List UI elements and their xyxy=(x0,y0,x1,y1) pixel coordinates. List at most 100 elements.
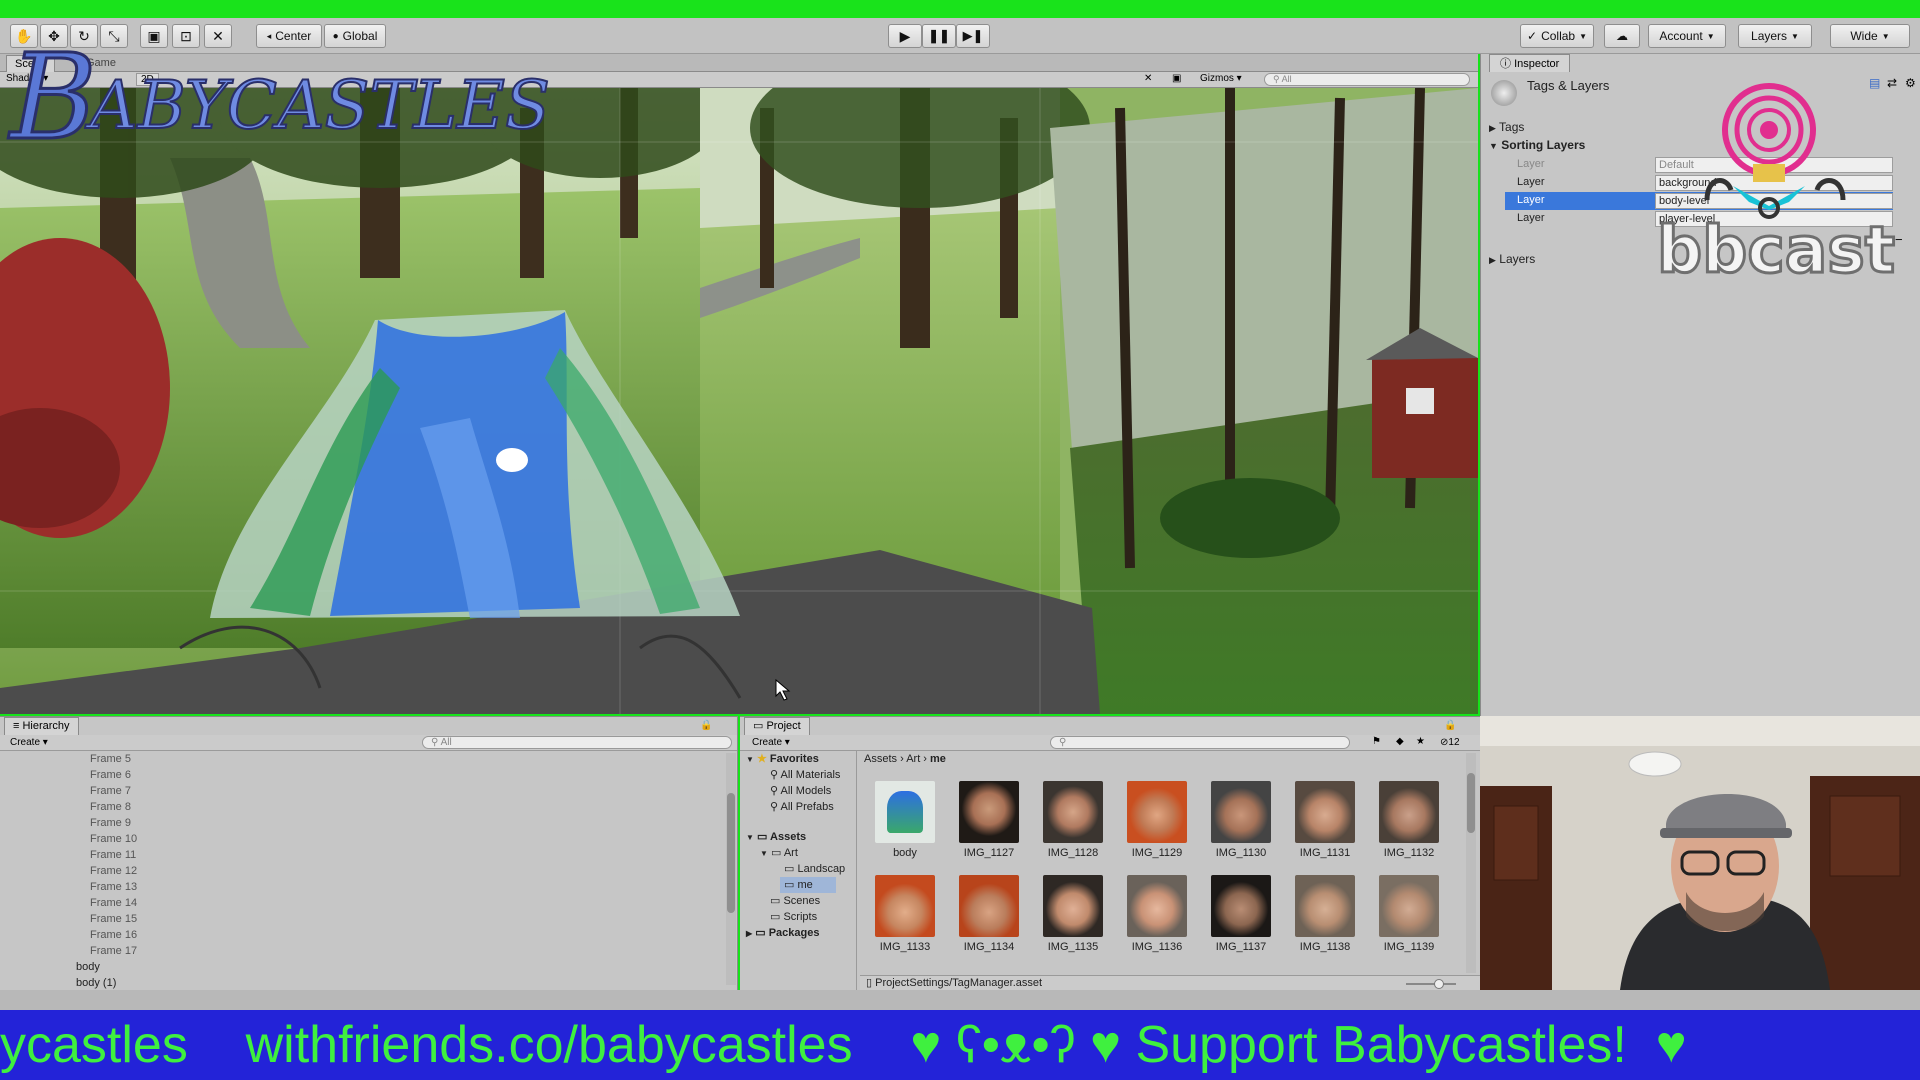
gizmos-dropdown[interactable]: Gizmos ▾ xyxy=(1200,73,1242,84)
stream-divider xyxy=(0,990,1920,1010)
lock-icon[interactable]: 🔒 xyxy=(700,720,712,731)
tree-item[interactable]: ▭ Scenes xyxy=(770,893,820,909)
project-panel: ▭ Project 🔒 Create ▾ ⚲ ⚑ ◆ ★ ⊘12 ▼ ★ Fav… xyxy=(740,716,1480,991)
asset-item[interactable]: IMG_1135 xyxy=(1038,875,1108,953)
camera-icon[interactable]: ▣ xyxy=(1172,73,1181,84)
hierarchy-toolbar: Create ▾ ⚲ All xyxy=(0,735,737,751)
tree-item[interactable]: ▭ Landscap xyxy=(784,861,845,877)
asset-item[interactable]: IMG_1131 xyxy=(1290,781,1360,859)
slider-thumb[interactable] xyxy=(1434,979,1444,989)
list-item[interactable]: Frame 13 xyxy=(90,879,137,895)
thumbnail-size-slider[interactable] xyxy=(1406,979,1456,989)
cloud-button[interactable]: ☁ xyxy=(1604,24,1640,48)
list-item[interactable]: Frame 17 xyxy=(90,943,137,959)
asset-item[interactable]: IMG_1128 xyxy=(1038,781,1108,859)
tree-item[interactable]: ▼ ▭ Art xyxy=(760,845,798,861)
step-button[interactable]: ▶❚ xyxy=(956,24,990,48)
play-button[interactable]: ▶ xyxy=(888,24,922,48)
asset-item[interactable]: IMG_1132 xyxy=(1374,781,1444,859)
tags-foldout[interactable]: ▶ Tags xyxy=(1489,120,1524,134)
folder-icon: ▭ xyxy=(753,720,764,732)
pause-icon: ❚❚ xyxy=(928,28,950,43)
scene-render xyxy=(0,88,1478,714)
asset-item[interactable]: IMG_1129 xyxy=(1122,781,1192,859)
layers-dropdown[interactable]: Layers ▼ xyxy=(1738,24,1812,48)
asset-item[interactable]: IMG_1137 xyxy=(1206,875,1276,953)
breadcrumb-item[interactable]: me xyxy=(930,753,946,765)
pause-button[interactable]: ❚❚ xyxy=(922,24,956,48)
layout-dropdown[interactable]: Wide ▼ xyxy=(1830,24,1910,48)
label-icon[interactable]: ◆ xyxy=(1396,736,1404,747)
project-search-input[interactable]: ⚲ xyxy=(1050,736,1350,749)
hierarchy-search-input[interactable]: ⚲ All xyxy=(422,736,732,749)
tab-hierarchy[interactable]: ≡ Hierarchy xyxy=(4,717,79,735)
gear-icon[interactable]: ⚙ xyxy=(1905,76,1916,90)
svg-text:B: B xyxy=(8,28,97,150)
list-item[interactable]: Frame 6 xyxy=(90,767,131,783)
tab-inspector[interactable]: ⓘ Inspector xyxy=(1489,54,1571,72)
favorites-foldout[interactable]: ▼ ★ Favorites xyxy=(746,751,819,767)
list-item[interactable]: Frame 5 xyxy=(90,751,131,767)
bbcast-logo: bbcast xyxy=(1656,80,1897,290)
chevron-down-icon: ▼ xyxy=(746,833,754,842)
list-item[interactable]: Frame 8 xyxy=(90,799,131,815)
asset-item[interactable]: IMG_1138 xyxy=(1290,875,1360,953)
breadcrumb-item[interactable]: Art xyxy=(906,753,920,765)
inspector-panel: ⓘ Inspector Tags & Layers ▤ ⇄ ⚙ ▶ Tags ▼… xyxy=(1480,54,1920,716)
list-item[interactable]: Frame 16 xyxy=(90,927,137,943)
chevron-down-icon: ▼ xyxy=(760,849,768,858)
svg-text:ABYCASTLES: ABYCASTLES xyxy=(84,67,550,144)
list-item[interactable]: Frame 14 xyxy=(90,895,137,911)
tab-project[interactable]: ▭ Project xyxy=(744,717,810,735)
star-icon[interactable]: ★ xyxy=(1416,736,1425,747)
asset-thumbnail xyxy=(1043,875,1103,937)
tree-item[interactable]: ⚲ All Models xyxy=(770,783,831,799)
list-item[interactable]: Frame 10 xyxy=(90,831,137,847)
project-scrollbar[interactable] xyxy=(1466,753,1476,973)
assets-foldout[interactable]: ▼ ▭ Assets xyxy=(746,829,806,845)
list-item[interactable]: body xyxy=(76,959,100,975)
tree-item[interactable]: ⚲ All Prefabs xyxy=(770,799,834,815)
list-item[interactable]: body (1) xyxy=(76,975,116,991)
svg-text:bbcast: bbcast xyxy=(1657,214,1895,280)
asset-thumbnail xyxy=(1127,875,1187,937)
folder-icon: ▭ xyxy=(784,863,795,875)
scroll-thumb[interactable] xyxy=(727,793,735,913)
list-item[interactable]: Frame 15 xyxy=(90,911,137,927)
list-item[interactable]: Frame 7 xyxy=(90,783,131,799)
project-toolbar: Create ▾ ⚲ ⚑ ◆ ★ ⊘12 xyxy=(740,735,1480,751)
chevron-down-icon: ▼ xyxy=(1791,31,1799,41)
sorting-layers-foldout[interactable]: ▼ Sorting Layers xyxy=(1489,138,1585,152)
tools-toggle-icon[interactable]: ✕ xyxy=(1144,73,1152,84)
asset-thumbnail xyxy=(1295,781,1355,843)
lock-icon[interactable]: 🔒 xyxy=(1444,720,1456,731)
scene-viewport[interactable] xyxy=(0,88,1478,714)
asset-item[interactable]: IMG_1139 xyxy=(1374,875,1444,953)
tree-item[interactable]: ⚲ All Materials xyxy=(770,767,840,783)
asset-item[interactable]: body xyxy=(870,781,940,859)
chevron-right-icon: ▶ xyxy=(746,929,753,938)
list-item[interactable]: Frame 11 xyxy=(90,847,136,863)
asset-item[interactable]: IMG_1127 xyxy=(954,781,1024,859)
list-item[interactable]: Frame 12 xyxy=(90,863,137,879)
asset-item[interactable]: IMG_1133 xyxy=(870,875,940,953)
search-icon: ⚲ xyxy=(770,785,779,797)
asset-item[interactable]: IMG_1130 xyxy=(1206,781,1276,859)
list-item[interactable]: Frame 9 xyxy=(90,815,131,831)
layers-foldout[interactable]: ▶ Layers xyxy=(1489,252,1535,266)
filter-type-icon[interactable]: ⚑ xyxy=(1372,736,1381,747)
tree-item[interactable]: ▭ Scripts xyxy=(770,909,817,925)
scene-search-input[interactable]: ⚲ All xyxy=(1264,73,1470,86)
collab-dropdown[interactable]: ✓ Collab ▼ xyxy=(1520,24,1594,48)
create-dropdown[interactable]: Create ▾ xyxy=(752,737,790,748)
asset-item[interactable]: IMG_1136 xyxy=(1122,875,1192,953)
account-dropdown[interactable]: Account ▼ xyxy=(1648,24,1726,48)
tree-item-selected[interactable]: ▭ me xyxy=(780,877,836,893)
create-dropdown[interactable]: Create ▾ xyxy=(10,737,48,748)
packages-foldout[interactable]: ▶ ▭ Packages xyxy=(746,925,819,941)
breadcrumb-item[interactable]: Assets xyxy=(864,753,897,765)
hierarchy-scrollbar[interactable] xyxy=(726,753,736,985)
scroll-thumb[interactable] xyxy=(1467,773,1475,833)
asset-item[interactable]: IMG_1134 xyxy=(954,875,1024,953)
chevron-down-icon: ▼ xyxy=(1881,31,1890,41)
